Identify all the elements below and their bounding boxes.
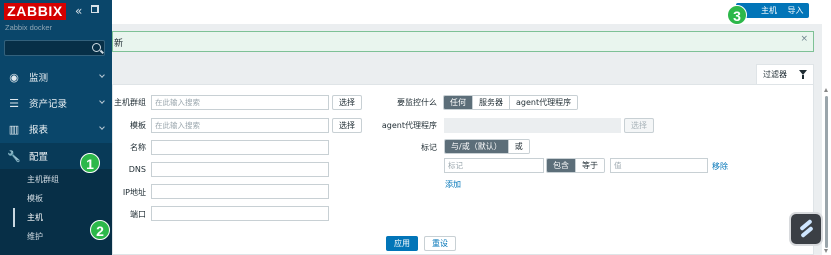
list-icon: ☰ <box>9 96 19 110</box>
name-label: 名称 <box>130 143 146 152</box>
filter-panel: 主机群组 在此输入搜索 选择 模板 在此输入搜索 选择 名称 DNS IP地址 … <box>112 84 814 255</box>
funnel-icon <box>799 70 807 79</box>
ip-input[interactable] <box>151 184 329 199</box>
chevron-down-icon <box>99 98 105 104</box>
sidebar-search-input[interactable] <box>4 40 105 56</box>
tags-mode-segmented: 与/或（默认） 或 <box>444 139 530 154</box>
add-tag-link[interactable]: 添加 <box>445 179 461 190</box>
name-input[interactable] <box>151 140 329 155</box>
annotation-marker-2: 2 <box>90 220 110 240</box>
tag-name-input[interactable]: 标记 <box>444 158 544 173</box>
search-icon[interactable] <box>92 43 101 52</box>
chevron-down-icon <box>99 72 105 78</box>
remove-tag-link[interactable]: 移除 <box>712 161 728 172</box>
ip-label: IP地址 <box>122 188 146 197</box>
zabbix-logo[interactable]: ZABBIX <box>4 3 66 20</box>
filter-tab-label: 过滤器 <box>763 70 787 79</box>
host-groups-select-button[interactable]: 选择 <box>332 95 362 110</box>
dns-label: DNS <box>128 165 146 174</box>
monitored-by-any[interactable]: 任何 <box>444 96 473 109</box>
host-groups-label: 主机群组 <box>114 98 146 107</box>
port-label: 端口 <box>130 210 146 219</box>
templates-select-button[interactable]: 选择 <box>332 118 362 133</box>
scroll-up-icon[interactable] <box>824 88 828 92</box>
sidebar-item-label: 配置 <box>29 152 49 163</box>
wrench-icon: 🔧 <box>7 149 21 163</box>
scrollbar-thumb[interactable] <box>825 96 828 248</box>
templates-label: 模板 <box>130 121 146 130</box>
sidebar-item-label: 资产记录 <box>29 99 68 110</box>
tag-operator-segmented: 包含 等于 <box>546 158 605 173</box>
sidebar-item-label: 报表 <box>29 125 49 136</box>
message-text: 新 <box>114 39 124 49</box>
templates-input[interactable]: 在此输入搜索 <box>151 118 329 133</box>
server-name: Zabbix docker <box>5 23 53 32</box>
sidebar-item-inventory[interactable]: ☰ 资产记录 <box>0 90 112 116</box>
header-bar: 主机 导入 <box>112 0 831 24</box>
sidebar-item-monitoring[interactable]: ◉ 监测 <box>0 64 112 90</box>
host-groups-input[interactable]: 在此输入搜索 <box>151 95 329 110</box>
floating-assistant-icon[interactable] <box>789 212 823 246</box>
monitored-by-segmented: 任何 服务器 agent代理程序 <box>443 95 579 110</box>
tags-mode-or[interactable]: 或 <box>508 140 529 153</box>
submenu-item-host-groups[interactable]: 主机群组 <box>13 170 112 189</box>
monitored-by-proxy[interactable]: agent代理程序 <box>510 96 578 109</box>
bar-chart-icon: ▥ <box>8 122 20 136</box>
submenu-item-templates[interactable]: 模板 <box>13 189 112 208</box>
expand-icon[interactable] <box>91 5 99 13</box>
success-message: 新 × <box>112 31 814 52</box>
configuration-submenu: 主机群组 模板 主机 维护 <box>0 169 112 255</box>
port-input[interactable] <box>151 206 329 221</box>
page-scrollbar[interactable] <box>822 0 831 255</box>
annotation-marker-3: 3 <box>727 5 747 25</box>
apply-button[interactable]: 应用 <box>386 236 418 251</box>
monitored-by-server[interactable]: 服务器 <box>473 96 510 109</box>
sidebar-item-label: 监测 <box>29 73 49 84</box>
proxy-input <box>444 118 621 133</box>
dns-input[interactable] <box>151 162 329 177</box>
annotation-marker-1: 1 <box>80 153 100 173</box>
import-button[interactable]: 导入 <box>782 3 809 18</box>
main-content: 主机 导入 新 × 过滤器 主机群组 在此输入搜索 选择 模板 在此输入搜索 选… <box>112 0 831 255</box>
chevron-down-icon <box>99 124 105 130</box>
tag-operator-contains[interactable]: 包含 <box>547 159 576 172</box>
tags-mode-and-or[interactable]: 与/或（默认） <box>445 140 509 153</box>
scroll-down-icon[interactable] <box>824 249 828 253</box>
tag-value-input[interactable]: 值 <box>610 158 708 173</box>
filter-tab-bar: 过滤器 <box>112 64 814 84</box>
proxy-label: agent代理程序 <box>381 121 437 130</box>
proxy-select-button: 选择 <box>624 118 654 133</box>
sidebar-item-reports[interactable]: ▥ 报表 <box>0 116 112 142</box>
close-icon[interactable]: × <box>800 34 808 44</box>
eye-icon: ◉ <box>9 70 19 84</box>
tag-operator-equals[interactable]: 等于 <box>576 159 604 172</box>
sidebar: ZABBIX « Zabbix docker ◉ 监测 ☰ 资产记录 ▥ 报表 … <box>0 0 112 255</box>
double-chevron-left-icon[interactable]: « <box>75 4 82 18</box>
tab-filter[interactable]: 过滤器 <box>756 64 814 84</box>
monitored-by-label: 要监控什么 <box>397 98 437 107</box>
reset-button[interactable]: 重设 <box>424 236 456 251</box>
tags-label: 标记 <box>421 143 437 152</box>
